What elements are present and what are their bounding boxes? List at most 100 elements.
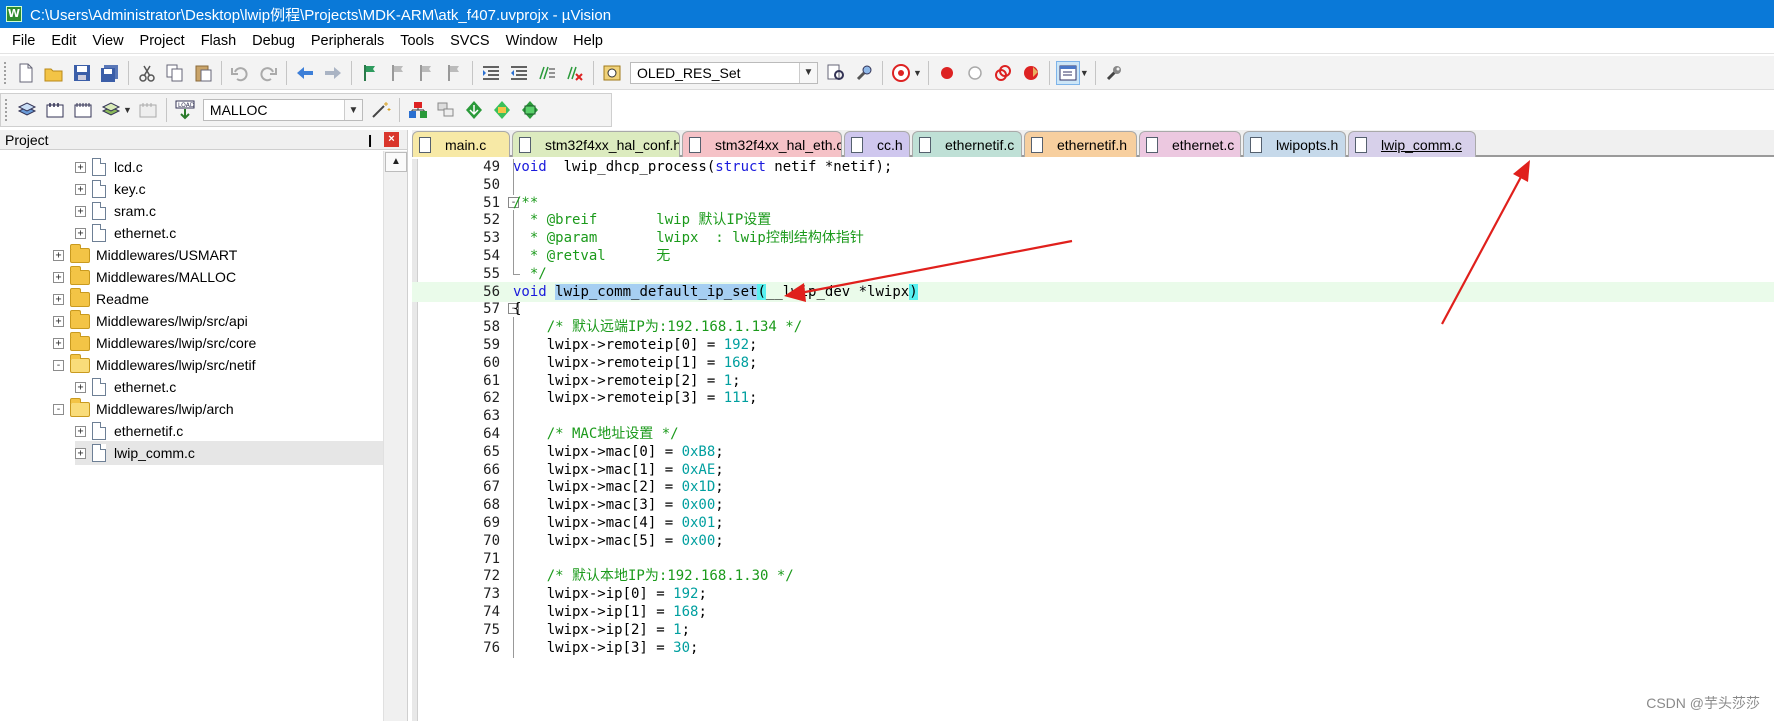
tree-collapse-icon[interactable]: - [53, 403, 64, 415]
menu-debug[interactable]: Debug [244, 28, 303, 54]
tree-group-lwip-core[interactable]: + Middlewares/lwip/src/core [53, 331, 256, 355]
tree-group-malloc[interactable]: + Middlewares/MALLOC [53, 265, 236, 289]
tree-collapse-icon[interactable]: - [53, 359, 64, 371]
tree-expand-icon[interactable]: + [75, 447, 86, 459]
tree-item-ethernet-c[interactable]: + ethernet.c [75, 221, 176, 245]
translate-icon[interactable] [15, 98, 39, 122]
new-file-button[interactable] [14, 61, 38, 85]
tree-item-key-c[interactable]: + key.c [75, 177, 146, 201]
download-load-icon[interactable]: LOAD [173, 98, 197, 122]
close-icon[interactable]: × [384, 132, 399, 147]
save-all-button[interactable] [98, 61, 122, 85]
code-line[interactable]: 76 lwipx->ip[3] = 30; [412, 637, 1774, 658]
tab-lwipopts-h[interactable]: lwipopts.h [1243, 131, 1346, 157]
scroll-up-arrow-icon[interactable]: ▲ [385, 152, 407, 172]
tab-ethernet-c[interactable]: ethernet.c [1139, 131, 1241, 157]
toolbar-grip[interactable] [4, 61, 8, 84]
tree-group-usmart[interactable]: + Middlewares/USMART [53, 243, 237, 267]
menu-flash[interactable]: Flash [193, 28, 244, 54]
menu-help[interactable]: Help [565, 28, 611, 54]
build-icon[interactable] [43, 98, 67, 122]
tree-item-lcd-c[interactable]: + lcd.c [75, 155, 143, 179]
tree-group-lwip-netif[interactable]: - Middlewares/lwip/src/netif [53, 353, 256, 377]
project-tree-scrollbar[interactable]: ▲ [383, 151, 407, 721]
project-window-icon[interactable] [1055, 60, 1080, 85]
uvision-app-icon[interactable]: W [6, 6, 22, 22]
batch-build-dropdown-icon[interactable]: ▼ [123, 105, 132, 115]
menu-tools[interactable]: Tools [392, 28, 442, 54]
menu-peripherals[interactable]: Peripherals [303, 28, 392, 54]
find-combo[interactable]: OLED_RES_Set ▼ [630, 61, 818, 84]
manage-project-items-icon[interactable] [406, 98, 430, 122]
select-packs-icon[interactable] [434, 98, 458, 122]
tree-expand-icon[interactable]: + [75, 227, 86, 239]
pack-installer-icon[interactable] [462, 98, 486, 122]
tree-expand-icon[interactable]: + [75, 183, 86, 195]
chevron-down-icon[interactable]: ▼ [799, 62, 817, 83]
tab-ethernetif-h[interactable]: ethernetif.h [1024, 131, 1137, 157]
tree-group-lwip-arch[interactable]: - Middlewares/lwip/arch [53, 397, 234, 421]
tab-stm32f4xx-hal-conf-h[interactable]: stm32f4xx_hal_conf.h [512, 131, 680, 157]
tree-expand-icon[interactable]: + [75, 381, 86, 393]
find-in-files-icon[interactable] [600, 61, 624, 85]
tree-item-netif-ethernet-c[interactable]: + ethernet.c [75, 375, 176, 399]
bookmark-prev-icon[interactable] [386, 61, 410, 85]
tree-expand-icon[interactable]: + [75, 161, 86, 173]
tree-expand-icon[interactable]: + [75, 205, 86, 217]
navigate-forward-icon[interactable] [321, 61, 345, 85]
debug-dropdown-icon[interactable]: ▼ [913, 68, 922, 78]
cut-button[interactable] [135, 61, 159, 85]
disable-all-breakpoints-icon[interactable] [991, 61, 1015, 85]
tree-expand-icon[interactable]: + [75, 425, 86, 437]
tree-expand-icon[interactable]: + [53, 315, 64, 327]
target-select[interactable]: MALLOC ▼ [202, 99, 363, 121]
insert-breakpoint-icon[interactable] [935, 61, 959, 85]
bookmark-toggle-icon[interactable] [358, 61, 382, 85]
tree-expand-icon[interactable]: + [53, 337, 64, 349]
tree-item-sram-c[interactable]: + sram.c [75, 199, 156, 223]
tree-group-readme[interactable]: + Readme [53, 287, 149, 311]
unindent-icon[interactable] [507, 61, 531, 85]
bookmark-clear-icon[interactable] [442, 61, 466, 85]
tree-expand-icon[interactable]: + [53, 249, 64, 261]
toolbar-grip[interactable] [5, 99, 9, 121]
tree-expand-icon[interactable]: + [53, 271, 64, 283]
tab-cc-h[interactable]: cc.h [844, 131, 910, 157]
menu-svcs[interactable]: SVCS [442, 28, 498, 54]
navigate-back-icon[interactable] [293, 61, 317, 85]
uncomment-selection-icon[interactable] [563, 61, 587, 85]
menu-edit[interactable]: Edit [43, 28, 84, 54]
save-button[interactable] [70, 61, 94, 85]
kill-all-breakpoints-icon[interactable] [1019, 61, 1043, 85]
windows-dropdown-icon[interactable]: ▼ [1080, 68, 1089, 78]
configure-wrench-icon[interactable] [1102, 61, 1126, 85]
indent-icon[interactable] [479, 61, 503, 85]
incremental-find-icon[interactable] [852, 61, 876, 85]
menu-view[interactable]: View [84, 28, 131, 54]
rebuild-icon[interactable] [71, 98, 95, 122]
pin-icon[interactable]: ❙ [362, 133, 378, 147]
target-options-wand-icon[interactable] [369, 98, 393, 122]
tab-ethernetif-c[interactable]: ethernetif.c [912, 131, 1022, 157]
find-icon[interactable] [824, 61, 848, 85]
tree-item-lwip-comm-c[interactable]: + lwip_comm.c [75, 441, 384, 465]
tab-stm32f4xx-hal-eth-c[interactable]: stm32f4xx_hal_eth.c [682, 131, 842, 157]
run-time-environment-icon[interactable] [518, 98, 542, 122]
stop-build-icon[interactable] [136, 98, 160, 122]
bookmark-next-icon[interactable] [414, 61, 438, 85]
paste-button[interactable] [191, 61, 215, 85]
tree-item-ethernetif-c[interactable]: + ethernetif.c [75, 419, 183, 443]
code-editor[interactable]: 49 void lwip_dhcp_process(struct netif *n… [412, 159, 1774, 721]
software-packs-icon[interactable] [490, 98, 514, 122]
tree-group-lwip-api[interactable]: + Middlewares/lwip/src/api [53, 309, 248, 333]
tab-lwip-comm-c[interactable]: lwip_comm.c [1348, 131, 1476, 157]
tree-expand-icon[interactable]: + [53, 293, 64, 305]
menu-window[interactable]: Window [498, 28, 566, 54]
debug-session-icon[interactable] [889, 61, 913, 85]
batch-build-icon[interactable] [99, 98, 123, 122]
comment-selection-icon[interactable] [535, 61, 559, 85]
undo-button[interactable] [228, 61, 252, 85]
chevron-down-icon[interactable]: ▼ [343, 100, 362, 120]
menu-project[interactable]: Project [132, 28, 193, 54]
copy-button[interactable] [163, 61, 187, 85]
